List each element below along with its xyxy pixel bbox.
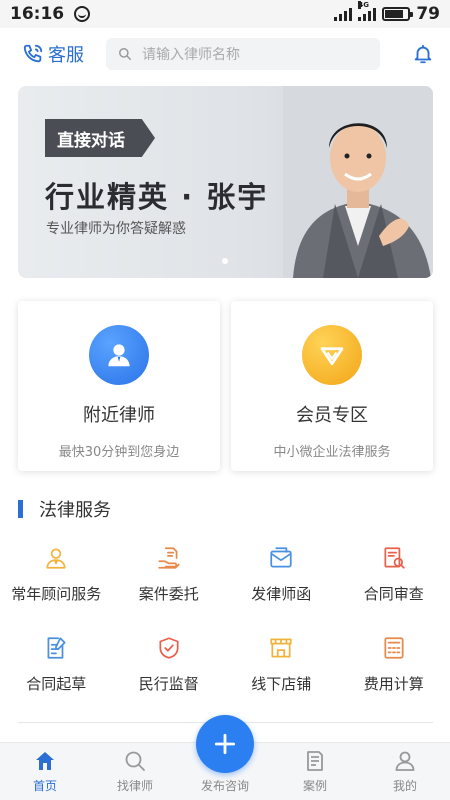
network-tag: 4G (358, 1, 369, 9)
promo-banner[interactable]: 直接对话 行业精英 · 张宇 专业律师为你答疑解惑 (18, 86, 433, 278)
service-case-entrust[interactable]: 案件委托 (113, 545, 226, 609)
service-contract-draft[interactable]: 合同起草 (0, 635, 113, 699)
search-icon (119, 48, 131, 60)
service-annual-consultant[interactable]: 常年顾问服务 (0, 545, 113, 609)
section-title: 法律服务 (39, 500, 111, 521)
legal-services-header: 法律服务 (18, 497, 111, 521)
calculator-icon (384, 637, 404, 659)
feature-cards: 附近律师 最快30分钟到您身边 会员专区 中小微企业法律服务 (18, 301, 433, 471)
status-time: 16:16 (10, 4, 65, 24)
person-icon (89, 325, 149, 385)
banner-title: 行业精英 · 张宇 (45, 180, 269, 214)
store-icon (270, 638, 292, 658)
service-label: 合同审查 (363, 585, 424, 603)
nav-find-lawyer[interactable]: 找律师 (90, 743, 180, 800)
card-title: 会员专区 (296, 405, 368, 426)
case-book-icon (307, 751, 323, 771)
battery-percent: 79 (416, 4, 440, 24)
home-screen: 16:16 4G 79 客服 请输入律师名称 直接对话 行业精英 · 张宇 专业… (0, 0, 450, 800)
section-accent-bar (18, 500, 23, 518)
hand-document-icon (158, 547, 180, 569)
nav-label: 首页 (32, 779, 57, 793)
battery-icon (382, 7, 414, 21)
card-subtitle: 中小微企业法律服务 (273, 445, 391, 460)
bell-icon[interactable] (412, 43, 434, 65)
cellular-signal-icon (334, 7, 353, 21)
status-bar: 16:16 4G 79 (0, 0, 450, 28)
contract-review-icon (384, 547, 405, 569)
app-notification-icon (74, 6, 91, 22)
home-icon (36, 752, 54, 770)
profile-icon (395, 751, 415, 771)
search-placeholder: 请输入律师名称 (142, 47, 240, 63)
service-label: 民行监督 (138, 675, 199, 693)
customer-service-label: 客服 (48, 45, 84, 66)
customer-service-button[interactable]: 客服 (22, 41, 84, 67)
service-label: 发律师函 (251, 585, 312, 603)
service-label: 线下店铺 (251, 675, 312, 693)
nearby-lawyers-card[interactable]: 附近律师 最快30分钟到您身边 (18, 301, 220, 471)
vip-badge-icon (302, 325, 362, 385)
search-icon (125, 751, 145, 771)
service-label: 费用计算 (363, 675, 424, 693)
card-title: 附近律师 (83, 405, 155, 426)
contract-draft-icon (47, 637, 66, 659)
nav-cases[interactable]: 案例 (270, 743, 360, 800)
banner-subtitle: 专业律师为你答疑解惑 (46, 221, 186, 237)
membership-card[interactable]: 会员专区 中小微企业法律服务 (231, 301, 433, 471)
service-contract-review[interactable]: 合同审查 (338, 545, 450, 609)
lawyer-portrait (283, 86, 433, 278)
card-subtitle: 最快30分钟到您身边 (58, 445, 180, 460)
nav-label: 找律师 (116, 779, 153, 793)
service-offline-store[interactable]: 线下店铺 (225, 635, 338, 699)
nav-label: 我的 (392, 779, 417, 793)
legal-services-grid: 常年顾问服务 案件委托 发律师函 合同审查 合同起草 民行监督 线下店铺 费用计… (0, 545, 450, 699)
service-civil-admin-supervision[interactable]: 民行监督 (113, 635, 226, 699)
consultant-icon (46, 548, 66, 569)
nav-label: 案例 (302, 779, 327, 793)
service-fee-calculator[interactable]: 费用计算 (338, 635, 450, 699)
nav-label: 发布咨询 (200, 779, 249, 793)
phone-icon (23, 44, 43, 63)
service-label: 案件委托 (138, 585, 199, 603)
cellular-4g-signal-icon: 4G (358, 1, 377, 21)
shield-check-icon (159, 637, 179, 659)
status-indicators: 4G 79 (334, 1, 440, 24)
nav-home[interactable]: 首页 (0, 743, 90, 800)
plus-icon (214, 733, 236, 755)
lawyer-search-input[interactable]: 请输入律师名称 (106, 38, 380, 70)
letter-icon (270, 547, 292, 568)
service-label: 常年顾问服务 (11, 585, 102, 603)
carousel-indicator[interactable] (222, 258, 228, 264)
top-bar: 客服 请输入律师名称 (0, 32, 450, 76)
nav-profile[interactable]: 我的 (360, 743, 450, 800)
battery-fill (385, 10, 403, 18)
post-consultation-button[interactable] (196, 715, 254, 773)
service-lawyer-letter[interactable]: 发律师函 (225, 545, 338, 609)
service-label: 合同起草 (26, 675, 87, 693)
banner-tag: 直接对话 (45, 119, 155, 157)
